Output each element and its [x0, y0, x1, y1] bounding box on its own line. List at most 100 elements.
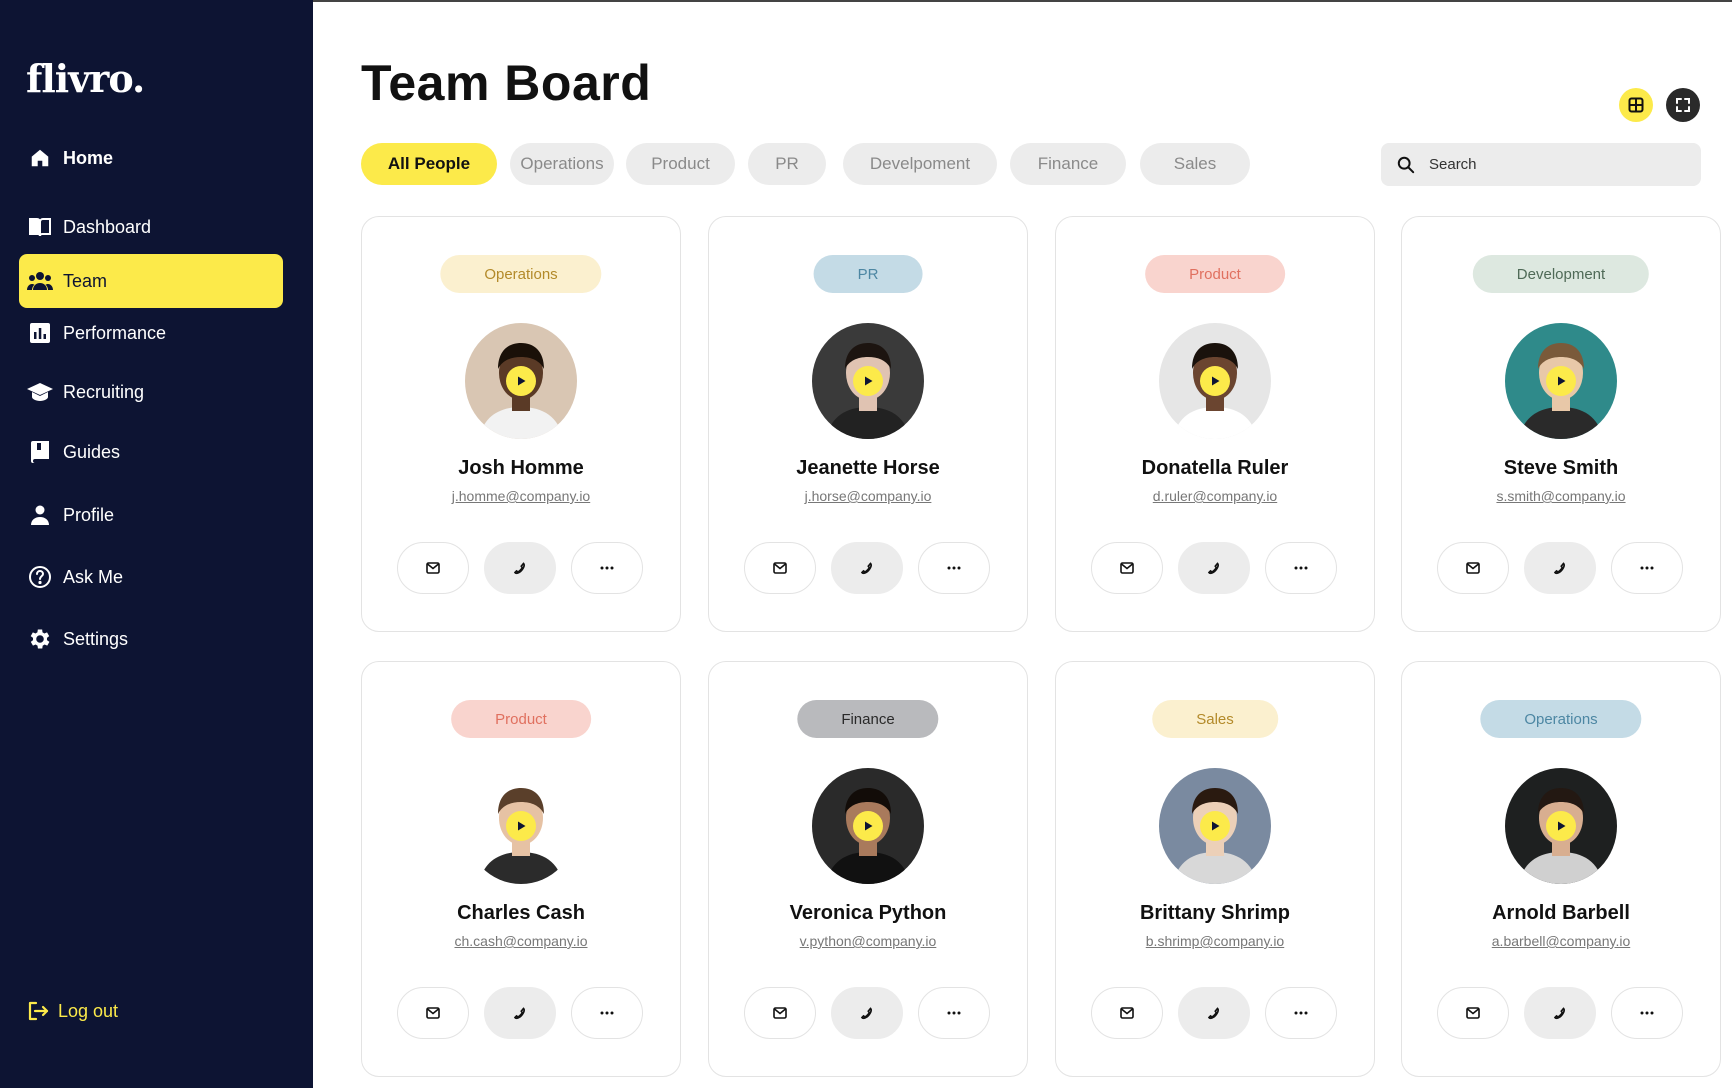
more-options-button[interactable] — [1265, 542, 1337, 594]
sidebar-item-dashboard[interactable]: Dashboard — [19, 200, 283, 254]
person-card[interactable]: Product Donatella Ruler d.ruler@company.io — [1055, 216, 1375, 632]
person-email-link[interactable]: a.barbell@company.io — [1402, 933, 1720, 949]
person-card[interactable]: Operations Arnold Barbell a.barbell@compan… — [1401, 661, 1721, 1077]
search-box[interactable] — [1381, 143, 1701, 186]
call-button[interactable] — [1178, 542, 1250, 594]
email-button[interactable] — [397, 542, 469, 594]
sidebar-item-ask-me[interactable]: Ask Me — [19, 550, 283, 604]
fullscreen-button[interactable] — [1666, 88, 1700, 122]
call-button[interactable] — [1524, 542, 1596, 594]
search-input[interactable] — [1429, 156, 1679, 173]
filter-chip-operations[interactable]: Operations — [510, 143, 614, 185]
filter-chip-all-people[interactable]: All People — [361, 143, 497, 185]
filter-chip-product[interactable]: Product — [626, 143, 735, 185]
ellipsis-icon — [947, 1011, 961, 1015]
call-button[interactable] — [1178, 987, 1250, 1039]
person-name: Josh Homme — [458, 457, 584, 479]
sidebar-item-recruiting[interactable]: Recruiting — [19, 365, 283, 419]
sidebar-item-home[interactable]: Home — [19, 131, 283, 185]
filter-chip-develpoment[interactable]: Develpoment — [843, 143, 997, 185]
play-video-button[interactable] — [1546, 366, 1576, 396]
avatar — [1159, 768, 1271, 884]
department-tag: Operations — [440, 255, 602, 293]
play-icon — [1558, 821, 1566, 831]
play-video-button[interactable] — [1546, 811, 1576, 841]
more-options-button[interactable] — [918, 542, 990, 594]
logout-label: Log out — [58, 1000, 119, 1021]
department-tag: Product — [1145, 255, 1285, 293]
logout-button[interactable]: Log out — [26, 998, 118, 1024]
person-icon — [27, 502, 53, 528]
person-name: Donatella Ruler — [1141, 457, 1289, 479]
phone-icon — [513, 1007, 526, 1020]
email-button[interactable] — [1437, 987, 1509, 1039]
more-options-button[interactable] — [918, 987, 990, 1039]
card-actions — [1091, 987, 1341, 1039]
department-tag: PR — [813, 255, 923, 293]
person-card[interactable]: Finance Veronica Python v.python@company.i… — [708, 661, 1028, 1077]
graduation-cap-icon — [27, 379, 53, 405]
person-card[interactable]: Product Charles Cash ch.cash@company.io — [361, 661, 681, 1077]
more-options-button[interactable] — [571, 987, 643, 1039]
more-options-button[interactable] — [1265, 987, 1337, 1039]
ellipsis-icon — [947, 566, 961, 570]
person-email-link[interactable]: v.python@company.io — [709, 933, 1027, 949]
person-email-link[interactable]: ch.cash@company.io — [362, 933, 680, 949]
filter-chip-finance[interactable]: Finance — [1010, 143, 1126, 185]
sidebar-item-label: Dashboard — [63, 216, 152, 237]
mail-icon — [1466, 562, 1480, 574]
email-button[interactable] — [1091, 987, 1163, 1039]
person-card[interactable]: PR Jeanette Horse j.horse@company.io — [708, 216, 1028, 632]
avatar — [812, 768, 924, 884]
department-tag: Finance — [797, 700, 939, 738]
more-options-button[interactable] — [1611, 542, 1683, 594]
person-name: Brittany Shrimp — [1139, 902, 1291, 924]
play-video-button[interactable] — [506, 366, 536, 396]
play-icon — [518, 376, 526, 386]
play-video-button[interactable] — [506, 811, 536, 841]
more-options-button[interactable] — [1611, 987, 1683, 1039]
person-email-link[interactable]: j.homme@company.io — [362, 488, 680, 504]
play-video-button[interactable] — [853, 366, 883, 396]
more-options-button[interactable] — [571, 542, 643, 594]
email-button[interactable] — [1437, 542, 1509, 594]
person-name: Arnold Barbell — [1492, 902, 1630, 924]
call-button[interactable] — [831, 987, 903, 1039]
email-button[interactable] — [744, 542, 816, 594]
email-button[interactable] — [1091, 542, 1163, 594]
call-button[interactable] — [484, 987, 556, 1039]
call-button[interactable] — [1524, 987, 1596, 1039]
play-video-button[interactable] — [1200, 811, 1230, 841]
people-icon — [27, 268, 53, 294]
card-actions — [744, 542, 994, 594]
filter-chip-sales[interactable]: Sales — [1140, 143, 1250, 185]
sidebar-item-settings[interactable]: Settings — [19, 612, 283, 666]
person-email-link[interactable]: d.ruler@company.io — [1056, 488, 1374, 504]
sidebar-item-team[interactable]: Team — [19, 254, 283, 308]
play-video-button[interactable] — [1200, 366, 1230, 396]
person-email-link[interactable]: b.shrimp@company.io — [1056, 933, 1374, 949]
email-button[interactable] — [397, 987, 469, 1039]
person-name: Jeanette Horse — [796, 457, 940, 479]
department-tag: Product — [451, 700, 591, 738]
person-email-link[interactable]: j.horse@company.io — [709, 488, 1027, 504]
book-open-icon — [27, 214, 53, 240]
filter-chip-pr[interactable]: PR — [748, 143, 826, 185]
email-button[interactable] — [744, 987, 816, 1039]
sidebar-item-guides[interactable]: Guides — [19, 425, 283, 479]
call-button[interactable] — [831, 542, 903, 594]
grid-view-button[interactable] — [1619, 88, 1653, 122]
department-tag: Development — [1472, 255, 1650, 293]
sidebar-item-profile[interactable]: Profile — [19, 488, 283, 542]
sidebar-item-performance[interactable]: Performance — [19, 306, 283, 360]
play-video-button[interactable] — [853, 811, 883, 841]
person-card[interactable]: Sales Brittany Shrimp b.shrimp@company.io — [1055, 661, 1375, 1077]
person-card[interactable]: Development Steve Smith s.smith@company.io — [1401, 216, 1721, 632]
ellipsis-icon — [1294, 1011, 1308, 1015]
call-button[interactable] — [484, 542, 556, 594]
ellipsis-icon — [1640, 1011, 1654, 1015]
person-email-link[interactable]: s.smith@company.io — [1402, 488, 1720, 504]
person-card[interactable]: Operations Josh Homme j.homme@company.io — [361, 216, 681, 632]
avatar — [465, 768, 577, 884]
avatar — [812, 323, 924, 439]
